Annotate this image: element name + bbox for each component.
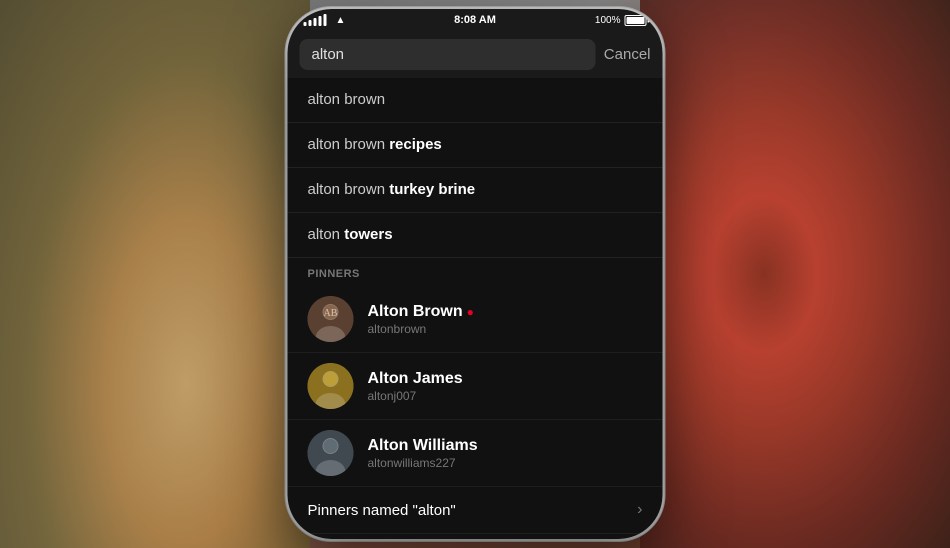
avatar-svg-alton-williams — [308, 430, 354, 476]
avatar-alton-james — [308, 363, 354, 409]
pinner-item-alton-brown[interactable]: AB Alton Brown ● altonbrown — [288, 286, 663, 353]
more-pinners-label: Pinners named "alton" — [308, 502, 456, 519]
suggestion-alton-brown-turkey-brine[interactable]: alton brown turkey brine — [288, 168, 663, 213]
background-left — [0, 0, 310, 548]
pinner-item-alton-williams[interactable]: Alton Williams altonwilliams227 — [288, 420, 663, 487]
battery-percent: 100% — [595, 15, 621, 26]
search-bar: alton Cancel — [288, 31, 663, 78]
battery-fill — [627, 17, 645, 24]
pinner-username-alton-james: altonj007 — [368, 389, 643, 403]
status-right: 100% — [595, 15, 647, 26]
background-right — [640, 0, 950, 548]
boards-section-header: BOARDS — [288, 534, 663, 539]
wifi-icon: ▲ — [336, 15, 346, 26]
avatar-alton-brown: AB — [308, 296, 354, 342]
verified-badge-alton-brown: ● — [467, 305, 474, 319]
phone-frame: ▲ 8:08 AM 100% alton Cancel alton brown … — [288, 9, 663, 539]
search-input[interactable]: alton — [312, 46, 584, 63]
suggestion-alton-brown-recipes[interactable]: alton brown recipes — [288, 123, 663, 168]
avatar-svg-alton-james — [308, 363, 354, 409]
results-container[interactable]: alton brown alton brown recipes alton br… — [288, 78, 663, 539]
pinner-name-alton-williams: Alton Williams — [368, 437, 478, 455]
pinner-info-alton-williams: Alton Williams altonwilliams227 — [368, 437, 643, 470]
pinner-name-alton-james: Alton James — [368, 370, 463, 388]
avatar-svg-alton-brown: AB — [308, 296, 354, 342]
cancel-button[interactable]: Cancel — [604, 46, 651, 63]
battery-icon — [625, 15, 647, 26]
avatar-alton-williams — [308, 430, 354, 476]
pinner-username-alton-brown: altonbrown — [368, 322, 643, 336]
suggestion-alton-brown[interactable]: alton brown — [288, 78, 663, 123]
status-bar: ▲ 8:08 AM 100% — [288, 9, 663, 31]
pinner-item-alton-james[interactable]: Alton James altonj007 — [288, 353, 663, 420]
status-left: ▲ — [304, 14, 346, 26]
pinner-info-alton-james: Alton James altonj007 — [368, 370, 643, 403]
search-input-container[interactable]: alton — [300, 39, 596, 70]
pinner-name-alton-brown: Alton Brown — [368, 303, 463, 321]
pinner-username-alton-williams: altonwilliams227 — [368, 456, 643, 470]
chevron-right-icon: › — [637, 501, 642, 519]
pinners-section-header: PINNERS — [288, 258, 663, 286]
suggestion-alton-towers[interactable]: alton towers — [288, 213, 663, 258]
more-pinners-row[interactable]: Pinners named "alton" › — [288, 487, 663, 534]
pinner-info-alton-brown: Alton Brown ● altonbrown — [368, 303, 643, 336]
svg-text:AB: AB — [324, 308, 338, 319]
signal-icon — [304, 14, 327, 26]
status-time: 8:08 AM — [454, 14, 496, 26]
